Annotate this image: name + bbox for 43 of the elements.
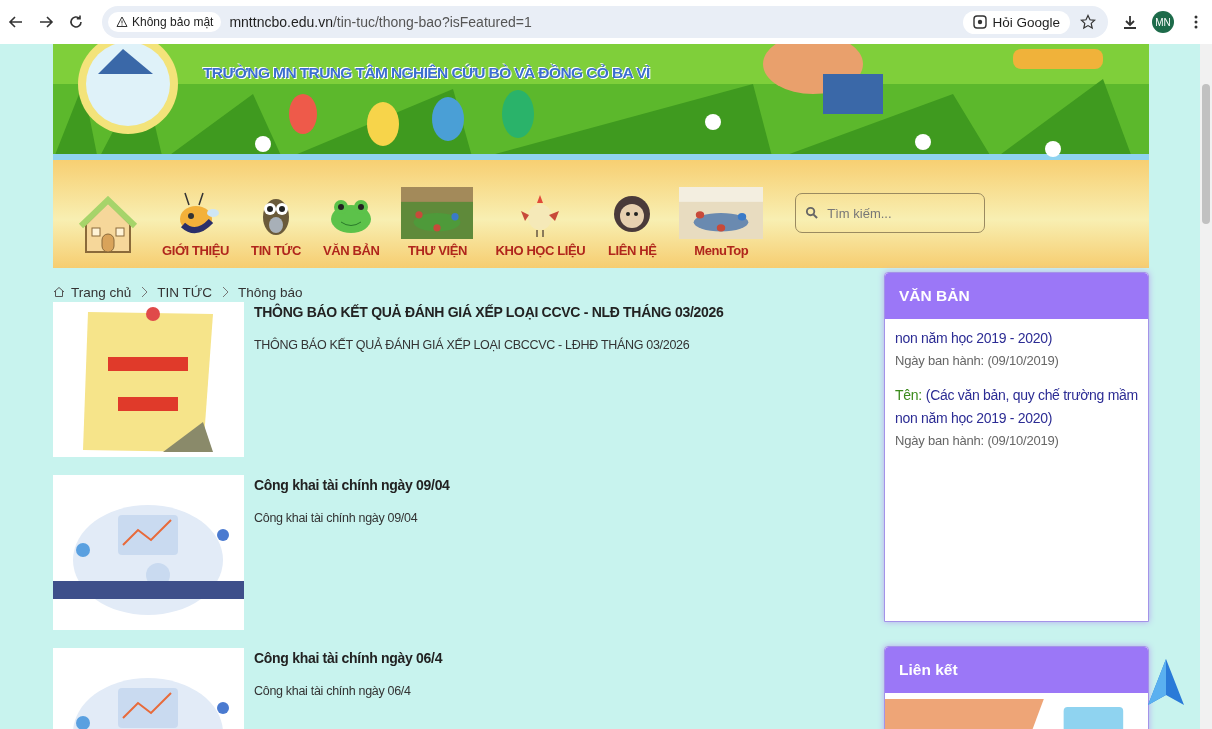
back-icon[interactable] — [8, 14, 24, 30]
ask-google-button[interactable]: Hỏi Google — [963, 10, 1070, 34]
search-icon — [805, 206, 819, 219]
nav-link[interactable]: LIÊN HỆ — [607, 189, 658, 258]
article-summary: Công khai tài chính ngày 09/04 — [254, 511, 419, 525]
profile-avatar[interactable]: MN — [1152, 11, 1174, 33]
warning-icon — [116, 16, 128, 28]
issue-date: Ngày ban hành: (09/10/2019) — [895, 352, 1060, 370]
article-summary: Công khai tài chính ngày 06/4 — [254, 684, 412, 698]
star-icon[interactable] — [1080, 14, 1096, 30]
article-title[interactable]: Công khai tài chính ngày 09/04 — [254, 477, 450, 493]
breadcrumb-link[interactable]: TIN TỨC — [157, 284, 213, 300]
chevron-icon — [140, 286, 149, 298]
reload-icon[interactable] — [68, 14, 84, 30]
panel-heading: VĂN BẢN — [885, 273, 1148, 319]
nav-link[interactable]: TIN TỨC — [251, 189, 302, 258]
nav-link[interactable]: KHO HỌC LIỆU — [495, 189, 586, 258]
document-link[interactable]: non năm học 2019 - 2020) — [895, 327, 1138, 350]
issue-date: Ngày ban hành: (09/10/2019) — [895, 432, 1060, 450]
url-text: mnttncbo.edu.vn/tin-tuc/thong-bao?isFeatured=1 — [229, 14, 533, 30]
article-title[interactable]: Công khai tài chính ngày 06/4 — [254, 650, 443, 666]
scrollbar[interactable] — [1200, 44, 1212, 729]
download-icon[interactable] — [1122, 14, 1138, 30]
article-summary: THÔNG BÁO KẾT QUẢ ĐÁNH GIÁ XẾP LOẠI CBCCVC - LĐHĐ THÁNG 03/2026 — [254, 338, 691, 352]
site-title: TRƯỜNG MN TRUNG TÂM NGHIÊN CỨU BÒ VÀ ĐỒNG CỎ BA VÌ — [203, 64, 650, 82]
arrow-icon[interactable] — [1146, 657, 1186, 707]
home-icon — [53, 286, 65, 298]
lens-icon — [973, 15, 988, 29]
search-field[interactable]: Tìm kiếm... — [795, 193, 986, 233]
security-chip[interactable]: Không bảo mật — [108, 12, 222, 32]
nav-link[interactable]: GIỚI THIỆU — [162, 189, 230, 258]
breadcrumb-link[interactable]: Thông báo — [238, 284, 303, 300]
nav-link[interactable]: VĂN BẢN — [323, 189, 380, 258]
breadcrumb-link[interactable]: Trang chủ — [71, 284, 132, 300]
nav-link[interactable]: MenuTop — [679, 187, 764, 258]
address-bar[interactable]: Không bảo mật mnttncbo.edu.vn/tin-tuc/thong-bao?isFeatured=1 Hỏi Google — [102, 6, 1108, 38]
forward-icon[interactable] — [38, 14, 54, 30]
house-icon[interactable] — [78, 196, 138, 256]
nav-link[interactable]: THƯ VIỆN — [401, 187, 474, 258]
document-link[interactable]: Tên: (Các văn bản, quy chế trường mầm non năm học 2019 - 2020) — [895, 384, 1138, 430]
chevron-icon — [221, 286, 230, 298]
panel-heading: Liên kết — [885, 647, 1148, 693]
article-title[interactable]: THÔNG BÁO KẾT QUẢ ĐÁNH GIÁ XẾP LOẠI CCVC - NLĐ THÁNG 03/2026 — [254, 304, 724, 320]
